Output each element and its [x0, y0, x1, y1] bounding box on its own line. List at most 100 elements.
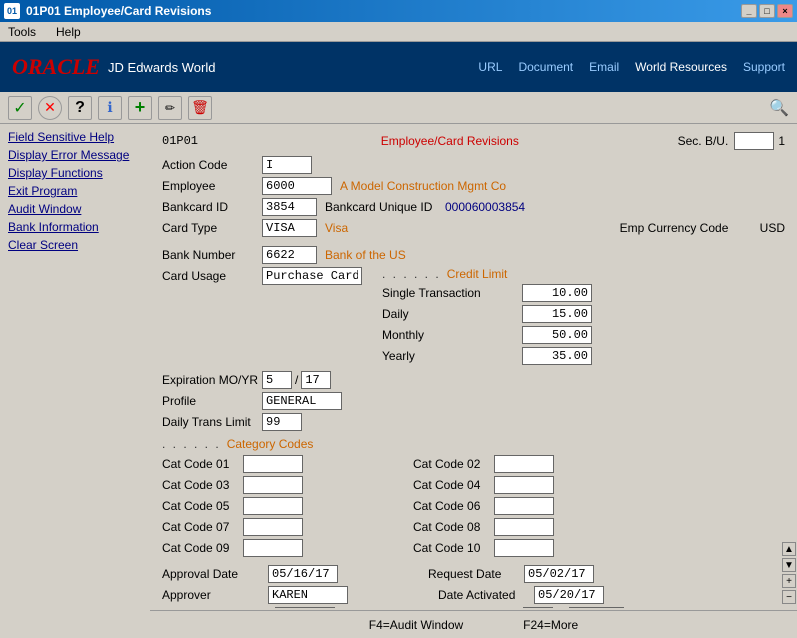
- card-type-input[interactable]: [262, 219, 317, 237]
- minimize-button[interactable]: _: [741, 4, 757, 18]
- sidebar-item-exit-program[interactable]: Exit Program: [8, 182, 142, 200]
- menu-help[interactable]: Help: [52, 25, 85, 39]
- bankcard-unique-id-value: 000060003854: [445, 200, 525, 214]
- employee-label: Employee: [162, 179, 262, 193]
- sidebar: Field Sensitive Help Display Error Messa…: [0, 124, 150, 258]
- monthly-input[interactable]: [522, 326, 592, 344]
- cat-03-input[interactable]: [243, 476, 303, 494]
- bottom-bar: F4=Audit Window F24=More: [150, 610, 797, 638]
- approver-input[interactable]: [268, 586, 348, 604]
- sidebar-item-audit-window[interactable]: Audit Window: [8, 200, 142, 218]
- deact-code-input[interactable]: [523, 607, 553, 608]
- cat-07-input[interactable]: [243, 518, 303, 536]
- title-bar-left: 01 01P01 Employee/Card Revisions: [4, 3, 211, 19]
- cat-05-label: Cat Code 05: [162, 499, 237, 513]
- cat-10-label: Cat Code 10: [413, 541, 488, 555]
- approver-label: Approver: [162, 588, 262, 602]
- toolbar: ✓ ✕ ? ℹ + ✏ 🗑 🔍: [0, 92, 797, 124]
- sec-bu-input[interactable]: [734, 132, 774, 150]
- cat-04-label: Cat Code 04: [413, 478, 488, 492]
- cat-02-input[interactable]: [494, 455, 554, 473]
- add-button[interactable]: +: [128, 96, 152, 120]
- approval-date-input[interactable]: [268, 565, 338, 583]
- card-type-label: Card Type: [162, 221, 262, 235]
- jde-subtitle: JD Edwards World: [108, 60, 215, 75]
- sidebar-item-display-error[interactable]: Display Error Message: [8, 146, 142, 164]
- sidebar-item-clear-screen[interactable]: Clear Screen: [8, 236, 142, 254]
- cat-08-label: Cat Code 08: [413, 520, 488, 534]
- nav-email[interactable]: Email: [589, 60, 619, 74]
- title-bar: 01 01P01 Employee/Card Revisions _ □ ×: [0, 0, 797, 22]
- cat-07-label: Cat Code 07: [162, 520, 237, 534]
- cat-06-input[interactable]: [494, 497, 554, 515]
- date-activated-input[interactable]: [534, 586, 604, 604]
- info-button[interactable]: ℹ: [98, 96, 122, 120]
- check-button[interactable]: ✓: [8, 96, 32, 120]
- cat-04-input[interactable]: [494, 476, 554, 494]
- scroll-down-button[interactable]: ▼: [782, 558, 796, 572]
- title-bar-controls[interactable]: _ □ ×: [741, 4, 793, 18]
- window-title: 01P01 Employee/Card Revisions: [26, 4, 211, 18]
- close-button[interactable]: ×: [777, 4, 793, 18]
- card-usage-input[interactable]: [262, 267, 362, 285]
- cat-codes-title: Category Codes: [227, 437, 314, 451]
- bank-name: Bank of the US: [325, 248, 406, 262]
- card-usage-label: Card Usage: [162, 269, 262, 283]
- amt-our-rcpt-input[interactable]: [275, 607, 335, 608]
- expiration-slash: /: [292, 373, 301, 387]
- menu-tools[interactable]: Tools: [4, 25, 40, 39]
- delete-button[interactable]: 🗑: [188, 96, 212, 120]
- daily-input[interactable]: [522, 305, 592, 323]
- scroll-up-button[interactable]: ▲: [782, 542, 796, 556]
- single-trans-label: Single Transaction: [382, 286, 522, 300]
- sidebar-item-bank-information[interactable]: Bank Information: [8, 218, 142, 236]
- profile-label: Profile: [162, 394, 262, 408]
- cat-01-input[interactable]: [243, 455, 303, 473]
- action-code-input[interactable]: [262, 156, 312, 174]
- nav-support[interactable]: Support: [743, 60, 785, 74]
- expiration-year-input[interactable]: [301, 371, 331, 389]
- sidebar-item-field-sensitive-help[interactable]: Field Sensitive Help: [8, 128, 142, 146]
- menu-bar: Tools Help: [0, 22, 797, 42]
- oracle-logo: ORACLE: [12, 54, 100, 80]
- search-button[interactable]: 🔍: [769, 98, 789, 118]
- f24-label: F24=More: [523, 618, 578, 632]
- nav-world-resources[interactable]: World Resources: [635, 60, 727, 74]
- cat-05-input[interactable]: [243, 497, 303, 515]
- cat-03-label: Cat Code 03: [162, 478, 237, 492]
- edit-button[interactable]: ✏: [158, 96, 182, 120]
- zoom-out-button[interactable]: −: [782, 590, 796, 604]
- cat-08-input[interactable]: [494, 518, 554, 536]
- request-date-label: Request Date: [428, 567, 518, 581]
- main-content: 01P01 Employee/Card Revisions Sec. B/U. …: [150, 124, 797, 608]
- oracle-logo-area: ORACLE JD Edwards World: [12, 54, 215, 80]
- cat-09-label: Cat Code 09: [162, 541, 237, 555]
- yearly-input[interactable]: [522, 347, 592, 365]
- cancel-button[interactable]: ✕: [38, 96, 62, 120]
- help-button[interactable]: ?: [68, 96, 92, 120]
- scroll-area: ▲ ▼ + −: [781, 124, 797, 608]
- bankcard-id-label: Bankcard ID: [162, 200, 262, 214]
- expiration-month-input[interactable]: [262, 371, 292, 389]
- nav-document[interactable]: Document: [518, 60, 573, 74]
- f4-label: F4=Audit Window: [369, 618, 463, 632]
- bankcard-id-input[interactable]: [262, 198, 317, 216]
- single-trans-input[interactable]: [522, 284, 592, 302]
- profile-input[interactable]: [262, 392, 342, 410]
- zoom-in-button[interactable]: +: [782, 574, 796, 588]
- sidebar-item-display-functions[interactable]: Display Functions: [8, 164, 142, 182]
- cat-06-label: Cat Code 06: [413, 499, 488, 513]
- nav-url[interactable]: URL: [478, 60, 502, 74]
- cat-10-input[interactable]: [494, 539, 554, 557]
- cat-09-input[interactable]: [243, 539, 303, 557]
- request-date-input[interactable]: [524, 565, 594, 583]
- bankcard-unique-id-label: Bankcard Unique ID: [325, 200, 445, 214]
- emp-currency-label: Emp Currency Code: [620, 221, 760, 235]
- employee-input[interactable]: [262, 177, 332, 195]
- deact-date-input[interactable]: [569, 607, 624, 608]
- daily-trans-limit-input[interactable]: [262, 413, 302, 431]
- maximize-button[interactable]: □: [759, 4, 775, 18]
- date-activated-label: Date Activated: [438, 588, 528, 602]
- bank-number-input[interactable]: [262, 246, 317, 264]
- daily-trans-limit-label: Daily Trans Limit: [162, 415, 262, 429]
